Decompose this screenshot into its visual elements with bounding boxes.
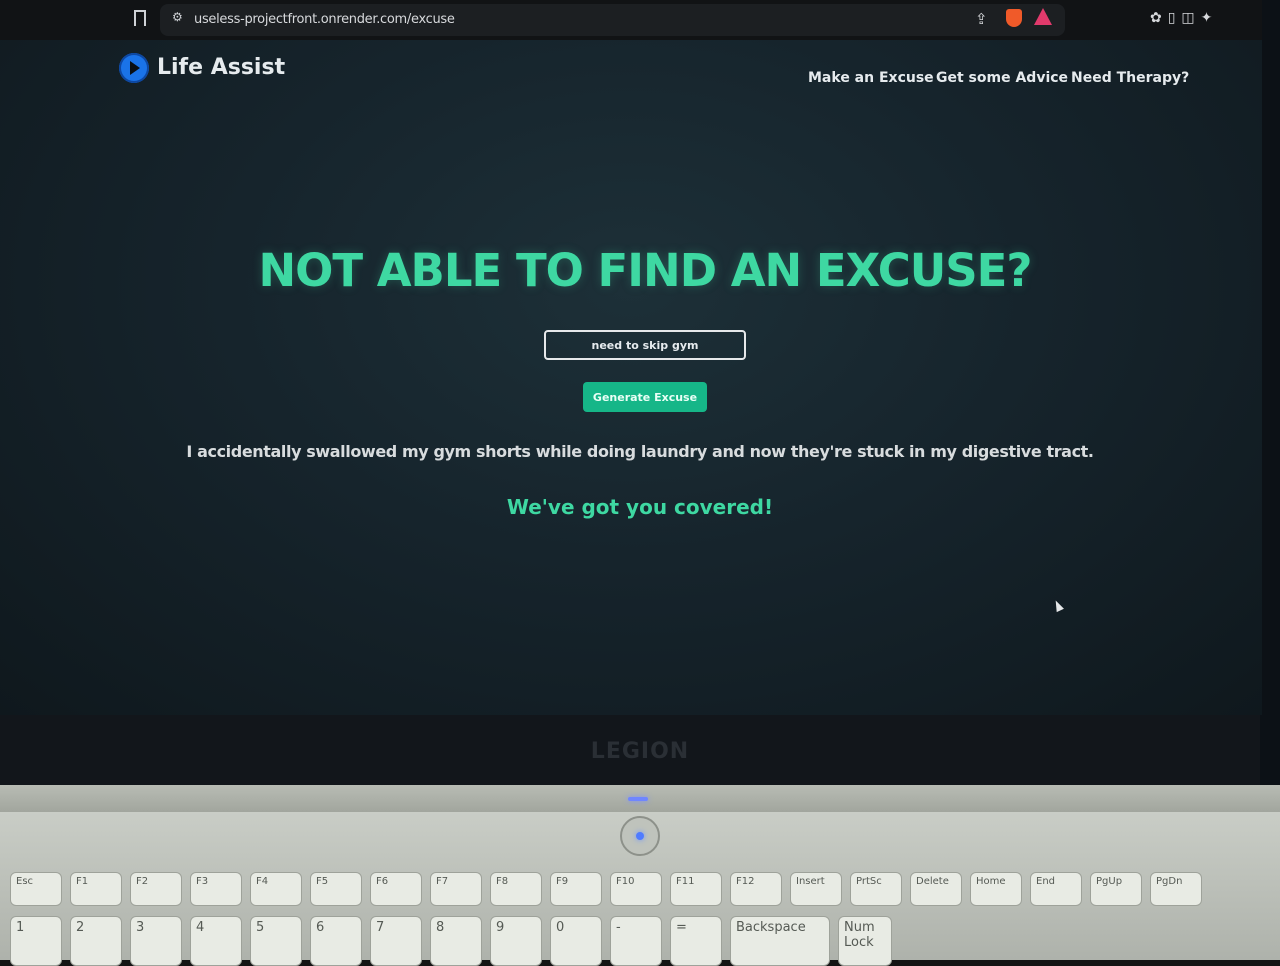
site-settings-icon[interactable]: ⚙ — [172, 10, 183, 24]
function-key[interactable]: F11 — [670, 872, 722, 906]
site-name[interactable]: Life Assist — [157, 55, 285, 80]
function-key[interactable]: Home — [970, 872, 1022, 906]
function-key[interactable]: Insert — [790, 872, 842, 906]
number-key[interactable]: 6 — [310, 916, 362, 966]
brave-rewards-icon[interactable] — [1034, 8, 1052, 25]
number-key-row: 1 2 3 4 5 6 7 8 9 0- = Backspace Num Lock — [0, 916, 1280, 966]
extensions-icons[interactable]: ✿▯◫✦ — [1150, 10, 1218, 26]
number-key[interactable]: - — [610, 916, 662, 966]
tagline: We've got you covered! — [506, 495, 774, 519]
function-key-row: Esc F1 F2 F3 F4 F5 F6 F7 F8 F9 F10 F11 F12 Insert PrtS… — [0, 872, 1280, 906]
bookmark-icon[interactable] — [134, 10, 146, 26]
number-key[interactable]: 2 — [70, 916, 122, 966]
function-key[interactable]: F1 — [70, 872, 122, 906]
url-text[interactable]: useless-projectfront.onrender.com/excuse — [194, 12, 455, 27]
number-key[interactable]: 1 — [10, 916, 62, 966]
excuse-input[interactable] — [544, 330, 746, 360]
page-title: NOT ABLE TO FIND AN EXCUSE? — [258, 244, 1032, 297]
number-key[interactable]: = — [670, 916, 722, 966]
function-key[interactable]: F2 — [130, 872, 182, 906]
number-key[interactable]: 7 — [370, 916, 422, 966]
function-key[interactable]: PgUp — [1090, 872, 1142, 906]
share-icon[interactable]: ⇪ — [975, 10, 988, 28]
function-key[interactable]: End — [1030, 872, 1082, 906]
logo-icon[interactable] — [119, 53, 149, 83]
function-key[interactable]: Delete — [910, 872, 962, 906]
power-button-icon[interactable] — [620, 816, 660, 856]
number-key[interactable]: 5 — [250, 916, 302, 966]
generate-excuse-button[interactable]: Generate Excuse — [583, 382, 707, 412]
function-key[interactable]: PrtSc — [850, 872, 902, 906]
laptop-brand: LEGION — [590, 739, 690, 764]
function-key[interactable]: F5 — [310, 872, 362, 906]
brave-shield-icon[interactable] — [1006, 9, 1022, 27]
nav-get-advice[interactable]: Get some Advice — [936, 70, 1068, 86]
function-key[interactable]: F9 — [550, 872, 602, 906]
function-key[interactable]: F3 — [190, 872, 242, 906]
number-key[interactable]: 0 — [550, 916, 602, 966]
nav-need-therapy[interactable]: Need Therapy? — [1071, 70, 1189, 86]
function-key[interactable]: Esc — [10, 872, 62, 906]
excuse-result: I accidentally swallowed my gym shorts w… — [186, 442, 1094, 461]
function-key[interactable]: F12 — [730, 872, 782, 906]
number-key[interactable]: 9 — [490, 916, 542, 966]
number-key[interactable]: 8 — [430, 916, 482, 966]
number-key[interactable]: 3 — [130, 916, 182, 966]
status-led — [628, 797, 648, 801]
function-key[interactable]: F8 — [490, 872, 542, 906]
number-key[interactable]: Backspace — [730, 916, 830, 966]
nav-make-excuse[interactable]: Make an Excuse — [808, 70, 934, 86]
laptop-screen: ⚙ useless-projectfront.onrender.com/excu… — [0, 0, 1262, 715]
number-key[interactable]: Num Lock — [838, 916, 892, 966]
mouse-cursor-icon — [1052, 598, 1064, 613]
function-key[interactable]: F4 — [250, 872, 302, 906]
function-key[interactable]: F6 — [370, 872, 422, 906]
function-key[interactable]: PgDn — [1150, 872, 1202, 906]
function-key[interactable]: F7 — [430, 872, 482, 906]
number-key[interactable]: 4 — [190, 916, 242, 966]
function-key[interactable]: F10 — [610, 872, 662, 906]
